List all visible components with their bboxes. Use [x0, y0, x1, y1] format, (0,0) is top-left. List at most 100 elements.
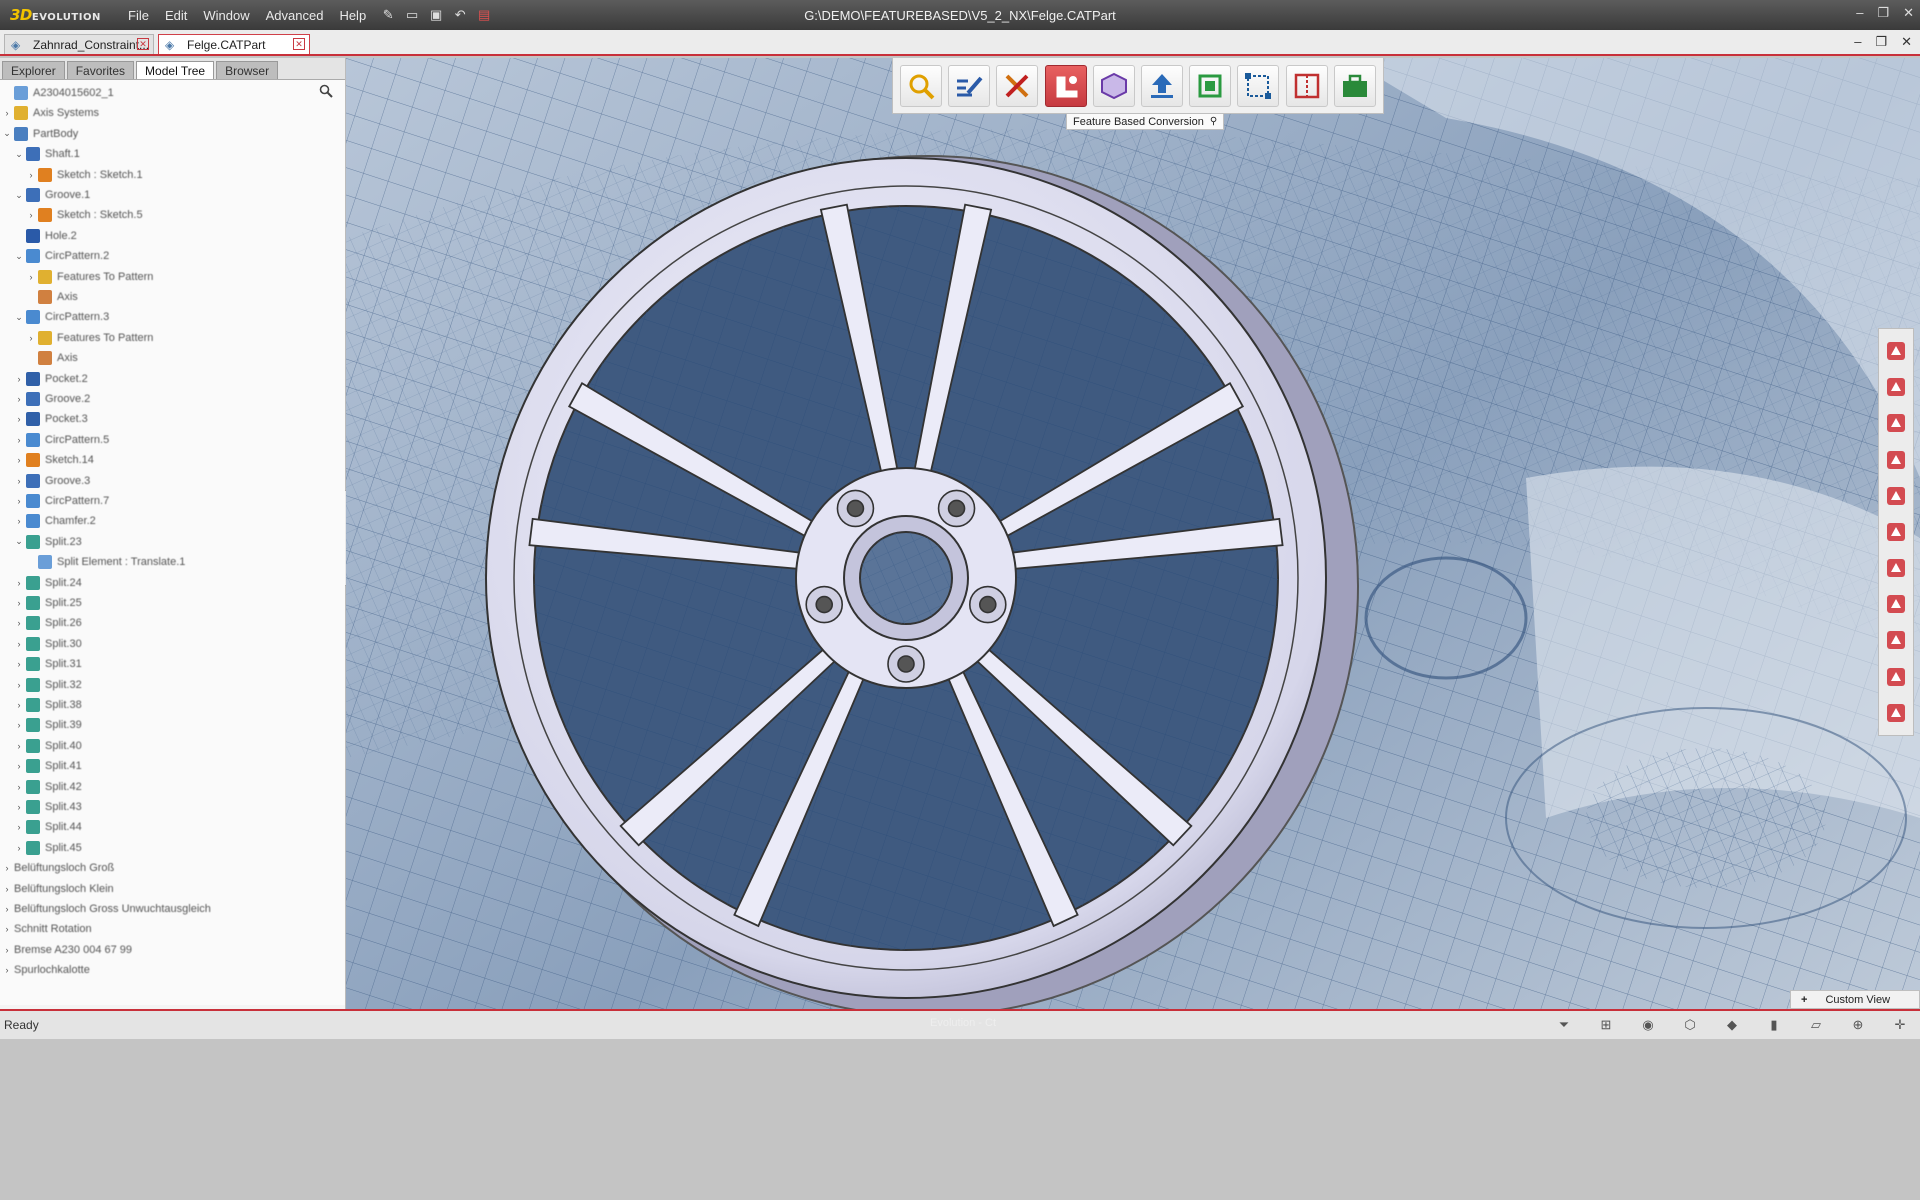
expand-icon[interactable]: ›	[14, 822, 24, 832]
export-button[interactable]	[1141, 64, 1184, 107]
measure-button[interactable]	[1882, 699, 1910, 727]
expand-icon[interactable]: ›	[26, 272, 36, 282]
expand-icon[interactable]: ›	[14, 598, 24, 608]
tree-node[interactable]: › Pocket.3	[14, 410, 88, 428]
expand-icon[interactable]: ›	[2, 945, 12, 955]
magnifier-button[interactable]	[900, 64, 943, 107]
zoom-fit-icon[interactable]: ⊕	[1844, 1016, 1872, 1034]
tree-node[interactable]: › Bremse A230 004 67 99	[2, 941, 133, 959]
menu-edit[interactable]: Edit	[157, 8, 195, 23]
3d-viewport[interactable]	[346, 58, 1920, 1009]
tree-structure-icon[interactable]: ⊞	[1592, 1016, 1620, 1034]
tree-node[interactable]: › CircPattern.5	[14, 431, 109, 449]
pattern-button[interactable]	[1882, 554, 1910, 582]
tree-node[interactable]: › Groove.2	[14, 390, 90, 408]
plane-icon[interactable]: ⏥	[1802, 1016, 1830, 1034]
tree-node[interactable]: › CircPattern.7	[14, 492, 109, 510]
close-icon[interactable]: ✕	[1903, 5, 1914, 21]
menu-help[interactable]: Help	[331, 8, 374, 23]
collapse-icon[interactable]: ⌄	[14, 149, 24, 160]
restore-icon[interactable]: ❐	[1877, 5, 1889, 21]
tab-browser[interactable]: Browser	[216, 61, 279, 79]
feature-button[interactable]	[1882, 409, 1910, 437]
tree-node[interactable]: › Split.41	[14, 757, 82, 775]
tree-node[interactable]: A2304015602_1	[2, 84, 114, 102]
tree-node[interactable]: › Axis Systems	[2, 104, 99, 122]
tree-node[interactable]: › Split.24	[14, 574, 82, 592]
collapse-icon[interactable]: ⌄	[14, 190, 24, 201]
tree-node[interactable]: › Features To Pattern	[26, 268, 153, 286]
menu-window[interactable]: Window	[195, 8, 257, 23]
visibility-icon[interactable]: ◉	[1634, 1016, 1662, 1034]
doc-close-icon[interactable]: ✕	[1901, 34, 1912, 50]
tree-node[interactable]: › Split.38	[14, 696, 82, 714]
expand-icon[interactable]: ›	[2, 863, 12, 873]
expand-icon[interactable]: ›	[2, 108, 12, 118]
undo-icon[interactable]: ↶	[452, 7, 468, 23]
tree-node[interactable]: › Spurlochkalotte	[2, 961, 90, 979]
bounding-box-button[interactable]	[1237, 64, 1280, 107]
pin-icon[interactable]: ⚲	[1210, 116, 1217, 127]
doc-restore-icon[interactable]: ❐	[1875, 34, 1887, 50]
cancel-button[interactable]	[1882, 373, 1910, 401]
tab-model-tree[interactable]: Model Tree	[136, 61, 215, 79]
expand-icon[interactable]: ›	[26, 333, 36, 343]
expand-icon[interactable]: ›	[14, 720, 24, 730]
tools-button[interactable]	[996, 64, 1039, 107]
tree-node[interactable]: ⌄ Groove.1	[14, 186, 90, 204]
expand-icon[interactable]: ›	[14, 496, 24, 506]
tree-node[interactable]: › Split.31	[14, 655, 82, 673]
expand-icon[interactable]: ›	[14, 516, 24, 526]
collapse-icon[interactable]: ⌄	[14, 251, 24, 262]
tree-node[interactable]: › Features To Pattern	[26, 329, 153, 347]
tree-node[interactable]: › Belüftungsloch Klein	[2, 880, 114, 898]
expand-icon[interactable]: ›	[14, 639, 24, 649]
wheel-model[interactable]	[346, 58, 1920, 1009]
tree-node[interactable]: › Split.44	[14, 818, 82, 836]
tree-node[interactable]: › Split.42	[14, 778, 82, 796]
tree-node[interactable]: Axis	[26, 288, 78, 306]
expand-icon[interactable]: ›	[14, 394, 24, 404]
tree-node[interactable]: › Split.32	[14, 676, 82, 694]
hole-button[interactable]	[1882, 518, 1910, 546]
expand-icon[interactable]: ›	[14, 782, 24, 792]
tree-node[interactable]: ⌄ Split.23	[14, 533, 82, 551]
report-icon[interactable]: ▤	[476, 7, 492, 23]
tree-node[interactable]: › Chamfer.2	[14, 512, 96, 530]
expand-icon[interactable]: ›	[14, 700, 24, 710]
shading-icon[interactable]: ◆	[1718, 1016, 1746, 1034]
search-icon[interactable]	[319, 84, 333, 101]
expand-icon[interactable]: ›	[14, 414, 24, 424]
edit-list-button[interactable]	[948, 64, 991, 107]
expand-icon[interactable]: ›	[2, 924, 12, 934]
tree-node[interactable]: › Belüftungsloch Gross Unwuchtausgleich	[2, 900, 211, 918]
fillet-button[interactable]	[1882, 626, 1910, 654]
tree-node[interactable]: › Schnitt Rotation	[2, 920, 92, 938]
expand-icon[interactable]: ›	[14, 435, 24, 445]
filter-icon[interactable]: ⏷	[1550, 1016, 1578, 1034]
toolbox-button[interactable]	[1333, 64, 1376, 107]
expand-icon[interactable]: ›	[14, 455, 24, 465]
tree-node[interactable]: › Groove.3	[14, 472, 90, 490]
section-button[interactable]	[1882, 663, 1910, 691]
tab-explorer[interactable]: Explorer	[2, 61, 65, 79]
pan-icon[interactable]: ✛	[1886, 1016, 1914, 1034]
expand-icon[interactable]: ›	[14, 761, 24, 771]
tree-node[interactable]: › Split.39	[14, 716, 82, 734]
menu-file[interactable]: File	[120, 8, 157, 23]
expand-icon[interactable]: ›	[14, 578, 24, 588]
tree-node[interactable]: ⌄ CircPattern.2	[14, 247, 109, 265]
tree-node[interactable]: Axis	[26, 349, 78, 367]
expand-icon[interactable]: ›	[14, 680, 24, 690]
tree-node[interactable]: › Split.30	[14, 635, 82, 653]
tree-node[interactable]: › Split.45	[14, 839, 82, 857]
tree-node[interactable]: › Sketch.14	[14, 451, 94, 469]
expand-icon[interactable]: ›	[14, 374, 24, 384]
select-arrow-button[interactable]	[1882, 337, 1910, 365]
expand-icon[interactable]: ›	[14, 741, 24, 751]
display-mode-icon[interactable]: ▮	[1760, 1016, 1788, 1034]
tree-node[interactable]: › Split.26	[14, 614, 82, 632]
collapse-icon[interactable]: ⌄	[2, 128, 12, 139]
expand-icon[interactable]: ›	[26, 210, 36, 220]
add-button[interactable]	[1882, 590, 1910, 618]
